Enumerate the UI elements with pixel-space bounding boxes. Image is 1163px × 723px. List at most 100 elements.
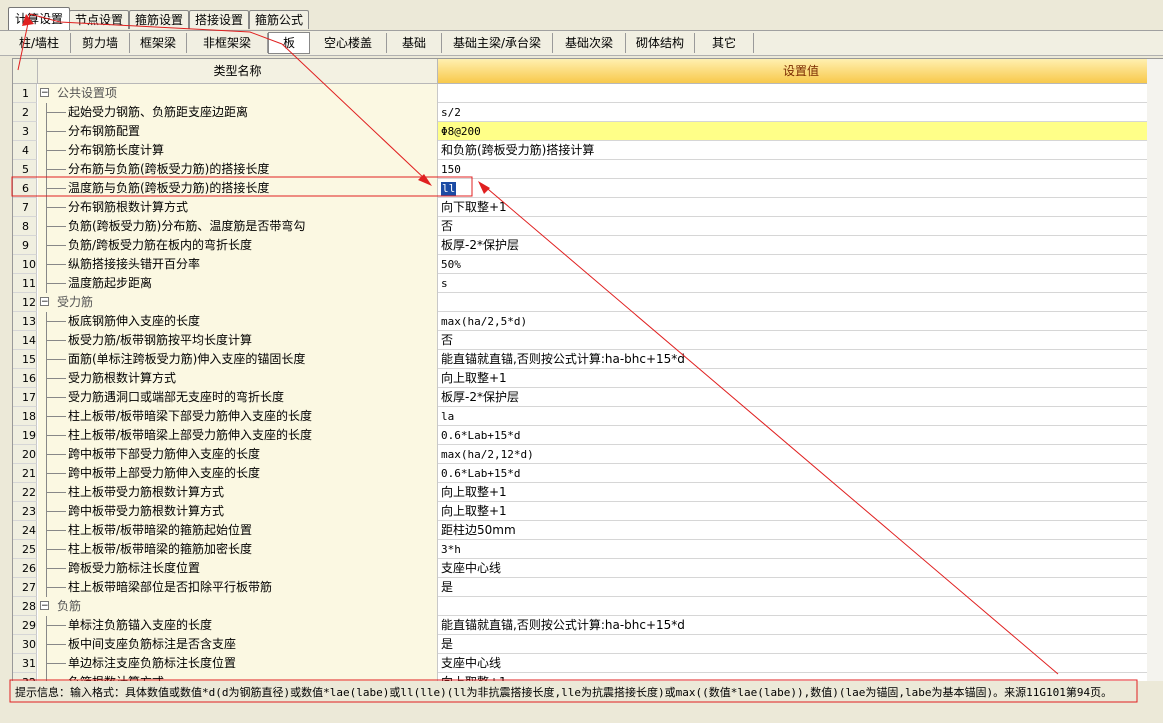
item-label: 面筋(单标注跨板受力筋)伸入支座的锚固长度 [68, 352, 306, 366]
table-row[interactable]: 17 受力筋遇洞口或端部无支座时的弯折长度 板厚-2*保护层 [13, 388, 1163, 408]
type-name-cell: 面筋(单标注跨板受力筋)伸入支座的锚固长度 [38, 350, 438, 370]
subtab-foundation[interactable]: 基础 [387, 33, 442, 53]
setting-value-cell[interactable]: 向上取整+1 [438, 483, 1163, 502]
table-row[interactable]: 30 板中间支座负筋标注是否含支座 是 [13, 635, 1163, 655]
setting-value-cell[interactable]: s/2 [438, 103, 1163, 122]
setting-value-cell[interactable]: 和负筋(跨板受力筋)搭接计算 [438, 141, 1163, 160]
collapse-toggle-icon[interactable]: − [40, 601, 49, 611]
table-row[interactable]: 10 纵筋搭接接头错开百分率 50% [13, 255, 1163, 275]
table-row[interactable]: 21 跨中板带上部受力筋伸入支座的长度 0.6*Lab+15*d [13, 464, 1163, 484]
tree-branch-icon [46, 169, 66, 170]
tab-calc-settings[interactable]: 计算设置 [8, 7, 70, 30]
tree-branch-icon [46, 226, 66, 227]
setting-value-cell[interactable]: Φ8@200 [438, 122, 1163, 141]
setting-value-cell[interactable]: 向下取整+1 [438, 198, 1163, 217]
type-name-cell: 温度筋起步距离 [38, 274, 438, 294]
subtab-masonry[interactable]: 砌体结构 [626, 33, 695, 53]
table-row[interactable]: 26 跨板受力筋标注长度位置 支座中心线 [13, 559, 1163, 579]
item-label: 起始受力钢筋、负筋距支座边距离 [68, 105, 249, 119]
table-row[interactable]: 15 面筋(单标注跨板受力筋)伸入支座的锚固长度 能直锚就直锚,否则按公式计算:ha… [13, 350, 1163, 370]
item-label: 柱上板带/板带暗梁上部受力筋伸入支座的长度 [68, 428, 313, 442]
item-label: 跨板受力筋标注长度位置 [68, 561, 201, 575]
setting-value-cell[interactable]: 150 [438, 160, 1163, 179]
table-row[interactable]: 22 柱上板带受力筋根数计算方式 向上取整+1 [13, 483, 1163, 503]
setting-value-cell[interactable]: 50% [438, 255, 1163, 274]
tree-branch-icon [46, 378, 66, 379]
table-row[interactable]: 5 分布筋与负筋(跨板受力筋)的搭接长度 150 [13, 160, 1163, 180]
setting-value-cell[interactable]: 否 [438, 217, 1163, 236]
setting-value-cell[interactable]: 距柱边50mm [438, 521, 1163, 540]
sub-tab-bar: 柱/墙柱 剪力墙 框架梁 非框架梁 板 空心楼盖 基础 基础主梁/承台梁 基础次… [0, 31, 1163, 56]
setting-value-cell[interactable]: 是 [438, 578, 1163, 597]
table-row[interactable]: 20 跨中板带下部受力筋伸入支座的长度 max(ha/2,12*d) [13, 445, 1163, 465]
subtab-shear-wall[interactable]: 剪力墙 [71, 33, 130, 53]
table-row[interactable]: 3 分布钢筋配置 Φ8@200 [13, 122, 1163, 142]
setting-value-cell[interactable]: 0.6*Lab+15*d [438, 426, 1163, 445]
subtab-frame-beam[interactable]: 框架梁 [130, 33, 187, 53]
setting-value-cell[interactable]: 向上取整+1 [438, 502, 1163, 521]
subtab-column[interactable]: 柱/墙柱 [8, 33, 71, 53]
table-row[interactable]: 19 柱上板带/板带暗梁上部受力筋伸入支座的长度 0.6*Lab+15*d [13, 426, 1163, 446]
table-row[interactable]: 25 柱上板带/板带暗梁的箍筋加密长度 3*h [13, 540, 1163, 560]
table-row[interactable]: 31 单边标注支座负筋标注长度位置 支座中心线 [13, 654, 1163, 674]
table-row[interactable]: 2 起始受力钢筋、负筋距支座边距离 s/2 [13, 103, 1163, 123]
setting-value-cell[interactable]: 否 [438, 331, 1163, 350]
setting-value-cell[interactable]: 板厚-2*保护层 [438, 236, 1163, 255]
setting-value-cell[interactable]: 支座中心线 [438, 559, 1163, 578]
tab-node-settings[interactable]: 节点设置 [69, 10, 129, 29]
type-name-cell: 跨中板带下部受力筋伸入支座的长度 [38, 445, 438, 465]
group-row[interactable]: 28− 负筋 [13, 597, 1163, 617]
collapse-toggle-icon[interactable]: − [40, 88, 49, 98]
table-row[interactable]: 24 柱上板带/板带暗梁的箍筋起始位置 距柱边50mm [13, 521, 1163, 541]
collapse-toggle-icon[interactable]: − [40, 297, 49, 307]
subtab-slab[interactable]: 板 [268, 32, 310, 54]
setting-value-cell [438, 597, 1163, 616]
table-row[interactable]: 7 分布钢筋根数计算方式 向下取整+1 [13, 198, 1163, 218]
table-row[interactable]: 9 负筋/跨板受力筋在板内的弯折长度 板厚-2*保护层 [13, 236, 1163, 256]
setting-value-cell[interactable]: 板厚-2*保护层 [438, 388, 1163, 407]
table-row[interactable]: 23 跨中板带受力筋根数计算方式 向上取整+1 [13, 502, 1163, 522]
tab-stirrup-settings[interactable]: 箍筋设置 [129, 10, 189, 29]
row-number: 18 [13, 407, 37, 426]
row-number: 5 [13, 160, 37, 179]
grid-rows: 1− 公共设置项 2 起始受力钢筋、负筋距支座边距离 s/2 3 分布钢筋配置 Φ8@200 4… [13, 84, 1163, 682]
item-label: 分布钢筋配置 [68, 124, 141, 138]
table-row[interactable]: 8 负筋(跨板受力筋)分布筋、温度筋是否带弯勾 否 [13, 217, 1163, 237]
setting-value-cell[interactable]: la [438, 407, 1163, 426]
table-row[interactable]: 14 板受力筋/板带钢筋按平均长度计算 否 [13, 331, 1163, 351]
setting-value-cell[interactable]: ll [438, 179, 1163, 198]
table-row[interactable]: 11 温度筋起步距离 s [13, 274, 1163, 294]
setting-value-cell[interactable]: 是 [438, 635, 1163, 654]
subtab-hollow-floor[interactable]: 空心楼盖 [310, 33, 387, 53]
vertical-scrollbar[interactable] [1147, 59, 1163, 682]
table-row[interactable]: 29 单标注负筋锚入支座的长度 能直锚就直锚,否则按公式计算:ha-bhc+15*d [13, 616, 1163, 636]
group-label: 受力筋 [57, 295, 94, 309]
setting-value-cell[interactable]: 3*h [438, 540, 1163, 559]
top-tab-bar: 计算设置 节点设置 箍筋设置 搭接设置 箍筋公式 [0, 0, 1163, 31]
setting-value-cell[interactable]: 0.6*Lab+15*d [438, 464, 1163, 483]
subtab-nonframe-beam[interactable]: 非框架梁 [187, 33, 268, 53]
setting-value-cell[interactable]: max(ha/2,12*d) [438, 445, 1163, 464]
group-row[interactable]: 1− 公共设置项 [13, 84, 1163, 104]
tab-stirrup-formula[interactable]: 箍筋公式 [249, 10, 309, 29]
table-row[interactable]: 18 柱上板带/板带暗梁下部受力筋伸入支座的长度 la [13, 407, 1163, 427]
table-row[interactable]: 4 分布钢筋长度计算 和负筋(跨板受力筋)搭接计算 [13, 141, 1163, 161]
setting-value-cell[interactable]: 支座中心线 [438, 654, 1163, 673]
tab-lap-settings[interactable]: 搭接设置 [189, 10, 249, 29]
type-name-cell: 分布钢筋长度计算 [38, 141, 438, 161]
setting-value-cell[interactable]: s [438, 274, 1163, 293]
setting-value-cell[interactable]: 向上取整+1 [438, 369, 1163, 388]
group-row[interactable]: 12− 受力筋 [13, 293, 1163, 313]
table-row[interactable]: 27 柱上板带暗梁部位是否扣除平行板带筋 是 [13, 578, 1163, 598]
subtab-other[interactable]: 其它 [695, 33, 754, 53]
subtab-foundation-main-beam[interactable]: 基础主梁/承台梁 [442, 33, 553, 53]
setting-value-cell[interactable]: 能直锚就直锚,否则按公式计算:ha-bhc+15*d [438, 616, 1163, 635]
setting-value-cell[interactable]: 能直锚就直锚,否则按公式计算:ha-bhc+15*d [438, 350, 1163, 369]
selected-value[interactable]: ll [441, 182, 457, 196]
table-row[interactable]: 16 受力筋根数计算方式 向上取整+1 [13, 369, 1163, 389]
setting-value-cell[interactable]: max(ha/2,5*d) [438, 312, 1163, 331]
setting-value-cell [438, 293, 1163, 312]
subtab-foundation-secondary-beam[interactable]: 基础次梁 [553, 33, 626, 53]
table-row[interactable]: 6 温度筋与负筋(跨板受力筋)的搭接长度 ll [13, 179, 1163, 199]
table-row[interactable]: 13 板底钢筋伸入支座的长度 max(ha/2,5*d) [13, 312, 1163, 332]
